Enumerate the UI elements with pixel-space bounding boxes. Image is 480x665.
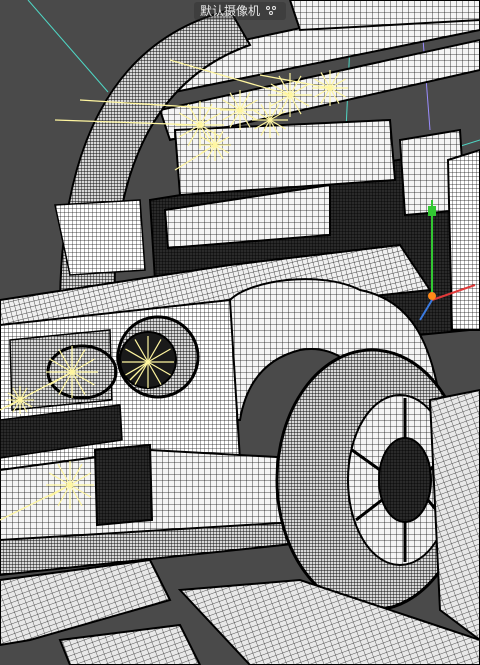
camera-label: 默认摄像机	[199, 4, 260, 18]
wireframe-scene[interactable]	[0, 0, 480, 665]
camera-settings-icon[interactable]	[266, 6, 278, 16]
camera-selector[interactable]: 默认摄像机	[193, 2, 286, 20]
3d-viewport[interactable]: 默认摄像机	[0, 0, 480, 665]
headlight-right	[116, 315, 200, 399]
